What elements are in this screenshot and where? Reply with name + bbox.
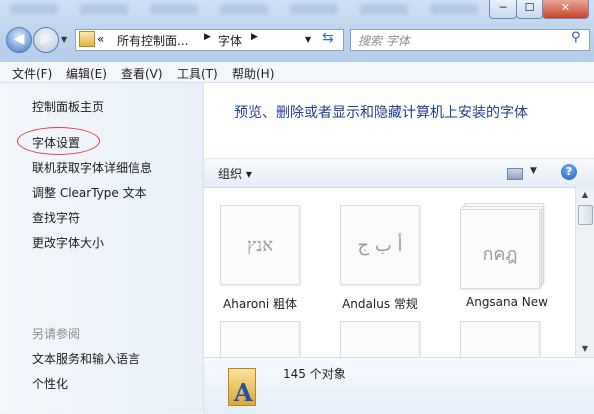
organize-button[interactable]: 组织 ▾ [218,165,252,182]
address-dropdown[interactable]: ▼ [305,35,311,44]
forward-arrow-icon: ▶ [40,31,52,47]
maximize-button[interactable]: ☐ [516,0,543,19]
font-label[interactable]: Angsana New [447,295,567,309]
forward-button[interactable]: ▶ [33,27,59,53]
font-tile[interactable] [340,321,420,357]
folder-icon [79,31,95,47]
font-preview: أ ب ج [357,235,403,256]
font-preview: אנץ [246,235,274,256]
blurred-taskbar-strip [10,4,480,20]
font-tile-aharoni[interactable]: אנץ [220,205,300,285]
back-button[interactable]: ◀ [6,27,32,53]
chevron-down-icon[interactable]: ▼ [530,166,537,176]
close-button[interactable]: ✕ [542,0,589,19]
help-icon[interactable]: ? [561,164,577,180]
back-arrow-icon: ◀ [13,31,25,47]
find-character-link[interactable]: 查找字符 [32,209,80,226]
see-also-heading: 另请参阅 [32,327,81,341]
breadcrumb-fonts[interactable]: 字体 [218,32,242,49]
font-tile[interactable] [220,321,300,357]
change-font-size-link[interactable]: 更改字体大小 [32,234,104,251]
page-title: 预览、删除或者显示和隐藏计算机上安装的字体 [234,105,528,121]
details-pane [204,357,594,414]
breadcrumb-control-panel[interactable]: 所有控制面... [117,32,188,49]
scroll-up-icon[interactable]: ▲ [576,187,594,203]
search-input[interactable]: 搜索 字体 [358,32,410,49]
font-preview: กคฎ [482,244,518,265]
vertical-scrollbar[interactable]: ▲ ▼ [575,187,594,357]
red-highlight-circle [17,127,100,155]
item-count: 145 个对象 [283,367,346,381]
scroll-down-icon[interactable]: ▼ [576,341,594,357]
search-icon[interactable]: ⚲ [571,30,581,45]
menu-tools[interactable]: 工具(T) [177,65,218,82]
font-label[interactable]: Aharoni 粗体 [204,295,320,312]
chevron-right-icon[interactable]: ▶ [251,32,258,42]
text-services-link[interactable]: 文本服务和输入语言 [32,350,140,367]
view-icon[interactable] [507,168,523,180]
font-folder-icon: A [228,364,256,407]
recent-pages-dropdown[interactable]: ▼ [61,35,67,44]
refresh-icon[interactable]: ⇆ [322,30,334,46]
font-label[interactable]: Andalus 常规 [320,295,440,312]
menu-edit[interactable]: 编辑(E) [66,65,107,82]
menu-bar: 文件(F) 编辑(E) 查看(V) 工具(T) 帮助(H) [0,62,594,83]
scroll-thumb[interactable] [578,205,593,225]
control-panel-home-link[interactable]: 控制面板主页 [32,98,104,115]
personalization-link[interactable]: 个性化 [32,375,68,392]
chevron-right-icon[interactable]: ▶ [204,32,211,42]
menu-file[interactable]: 文件(F) [12,65,52,82]
minimize-button[interactable]: ─ [489,0,517,19]
font-tile[interactable] [460,321,540,357]
font-tile-angsana[interactable]: กคฎ [460,203,544,289]
breadcrumb-overflow[interactable]: « [97,32,104,46]
font-tile-andalus[interactable]: أ ب ج [340,205,420,285]
adjust-cleartype-link[interactable]: 调整 ClearType 文本 [32,184,147,201]
get-font-info-online-link[interactable]: 联机获取字体详细信息 [32,159,152,176]
menu-view[interactable]: 查看(V) [121,65,163,82]
font-grid: אנץ Aharoni 粗体 أ ب ج Andalus 常规 กคฎ Angs… [204,187,574,357]
menu-help[interactable]: 帮助(H) [232,65,274,82]
